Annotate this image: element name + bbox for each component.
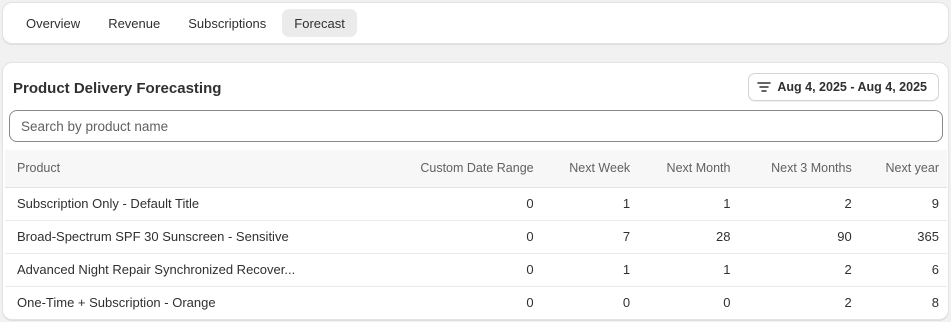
table-header-row: Product Custom Date Range Next Week Next… <box>5 150 947 188</box>
cell-next-month: 1 <box>638 187 739 221</box>
cell-custom-date-range: 0 <box>379 286 542 319</box>
cell-product: One-Time + Subscription - Orange <box>5 286 380 319</box>
cell-next-month: 0 <box>638 286 739 319</box>
date-range-button[interactable]: Aug 4, 2025 - Aug 4, 2025 <box>748 73 939 101</box>
table-row: Advanced Night Repair Synchronized Recov… <box>5 253 947 287</box>
cell-custom-date-range: 0 <box>379 220 542 254</box>
header-next-month[interactable]: Next Month <box>638 150 739 188</box>
cell-next-year: 6 <box>859 253 947 287</box>
header-custom-date-range[interactable]: Custom Date Range <box>379 150 542 188</box>
cell-product: Broad-Spectrum SPF 30 Sunscreen - Sensit… <box>5 220 380 254</box>
cell-next-3-months: 2 <box>738 187 860 221</box>
cell-product: Subscription Only - Default Title <box>5 187 380 221</box>
cell-next-3-months: 2 <box>738 253 860 287</box>
header-next-week[interactable]: Next Week <box>541 150 639 188</box>
cell-product: Advanced Night Repair Synchronized Recov… <box>5 253 380 287</box>
cell-next-3-months: 90 <box>738 220 860 254</box>
cell-next-week: 1 <box>541 187 639 221</box>
tab-forecast[interactable]: Forecast <box>282 9 357 37</box>
cell-next-year: 365 <box>859 220 947 254</box>
tab-revenue[interactable]: Revenue <box>96 9 172 37</box>
filter-lines-icon <box>757 81 772 93</box>
page-title: Product Delivery Forecasting <box>13 80 222 97</box>
header-next-year[interactable]: Next year <box>859 150 947 188</box>
tab-subscriptions[interactable]: Subscriptions <box>176 9 278 37</box>
cell-next-month: 28 <box>638 220 739 254</box>
search-input[interactable] <box>9 110 943 142</box>
header-next-3-months[interactable]: Next 3 Months <box>738 150 860 188</box>
cell-next-month: 1 <box>638 253 739 287</box>
forecast-card: Product Delivery Forecasting Aug 4, 2025… <box>2 62 949 320</box>
cell-next-year: 8 <box>859 286 947 319</box>
forecast-table: Product Custom Date Range Next Week Next… <box>5 150 947 319</box>
cell-custom-date-range: 0 <box>379 187 542 221</box>
header-product[interactable]: Product <box>5 150 380 188</box>
table-row: Broad-Spectrum SPF 30 Sunscreen - Sensit… <box>5 220 947 254</box>
cell-next-week: 7 <box>541 220 639 254</box>
date-range-label: Aug 4, 2025 - Aug 4, 2025 <box>777 80 927 94</box>
cell-custom-date-range: 0 <box>379 253 542 287</box>
cell-next-year: 9 <box>859 187 947 221</box>
cell-next-week: 1 <box>541 253 639 287</box>
table-row: One-Time + Subscription - Orange 0 0 0 2… <box>5 286 947 319</box>
cell-next-week: 0 <box>541 286 639 319</box>
cell-next-3-months: 2 <box>738 286 860 319</box>
table-row: Subscription Only - Default Title 0 1 1 … <box>5 187 947 221</box>
tabs-bar: Overview Revenue Subscriptions Forecast <box>2 2 949 44</box>
tab-overview[interactable]: Overview <box>14 9 92 37</box>
